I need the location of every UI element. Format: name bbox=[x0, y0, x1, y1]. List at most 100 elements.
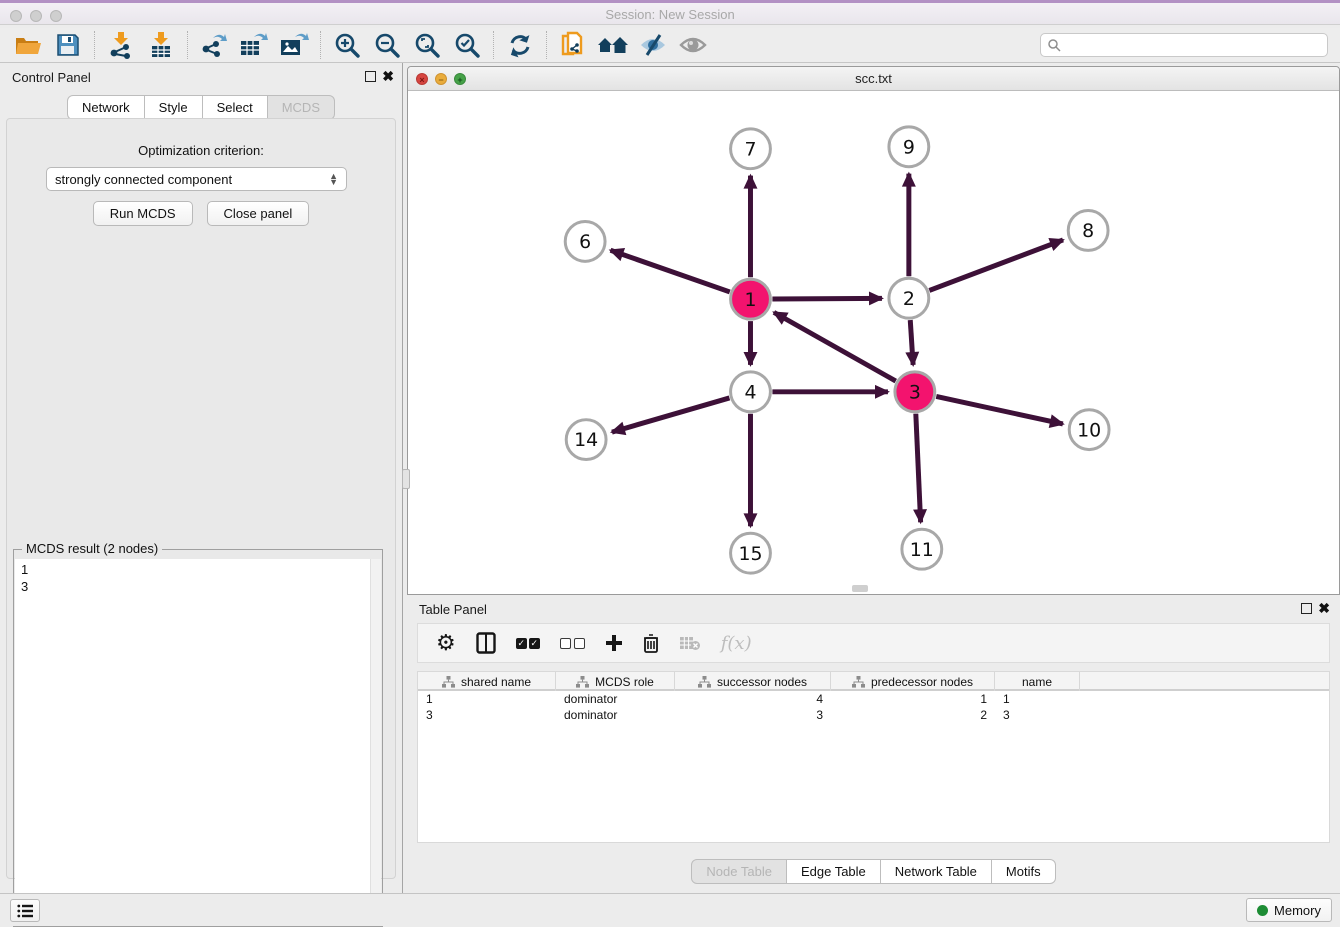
table-cell[interactable]: 3 bbox=[418, 707, 556, 723]
search-input[interactable] bbox=[1061, 38, 1327, 52]
table-cell[interactable]: 1 bbox=[995, 691, 1080, 707]
export-image-button[interactable] bbox=[274, 29, 314, 61]
save-session-button[interactable] bbox=[48, 29, 88, 61]
graph-node-6[interactable]: 6 bbox=[565, 221, 605, 261]
close-panel-button[interactable]: Close panel bbox=[207, 201, 310, 226]
function-builder-button[interactable]: f(x) bbox=[721, 630, 752, 656]
table-cell[interactable]: 2 bbox=[831, 707, 995, 723]
column-header-shared-name[interactable]: shared name bbox=[418, 672, 556, 691]
graph-node-8[interactable]: 8 bbox=[1068, 211, 1108, 251]
graph-node-3[interactable]: 3 bbox=[895, 372, 935, 412]
node-label: 3 bbox=[909, 381, 921, 403]
network-canvas[interactable]: 7 9 6 8 1 2 4 3 14 10 15 11 bbox=[408, 91, 1339, 594]
graph-edge-4-14[interactable] bbox=[612, 398, 729, 432]
graph-edge-2-3[interactable] bbox=[910, 320, 913, 365]
search-icon bbox=[1047, 38, 1061, 52]
result-scrollbar[interactable] bbox=[370, 559, 381, 925]
log-console-button[interactable] bbox=[10, 899, 40, 922]
float-panel-icon[interactable] bbox=[365, 71, 376, 82]
search-field[interactable] bbox=[1040, 33, 1328, 57]
graph-node-9[interactable]: 9 bbox=[889, 127, 929, 167]
network-graph: 7 9 6 8 1 2 4 3 14 10 15 11 bbox=[408, 91, 1339, 594]
column-header-successor-nodes[interactable]: successor nodes bbox=[675, 672, 831, 691]
import-network-button[interactable] bbox=[101, 29, 141, 61]
graph-node-1[interactable]: 1 bbox=[731, 279, 771, 319]
zoom-out-button[interactable] bbox=[367, 29, 407, 61]
tab-mcds[interactable]: MCDS bbox=[268, 95, 335, 120]
mcds-result-text[interactable]: 1 3 bbox=[15, 559, 381, 925]
open-file-button[interactable] bbox=[8, 29, 48, 61]
table-cell[interactable]: 1 bbox=[418, 691, 556, 707]
graph-edge-3-11[interactable] bbox=[916, 414, 921, 523]
tab-network[interactable]: Network bbox=[67, 95, 145, 120]
graph-node-11[interactable]: 11 bbox=[902, 529, 942, 569]
save-icon bbox=[56, 33, 80, 57]
hide-selected-button[interactable] bbox=[633, 29, 673, 61]
graph-node-10[interactable]: 10 bbox=[1069, 410, 1109, 450]
export-table-button[interactable] bbox=[234, 29, 274, 61]
graph-edge-1-6[interactable] bbox=[611, 250, 730, 292]
column-view-button[interactable] bbox=[476, 630, 496, 656]
tab-motifs[interactable]: Motifs bbox=[992, 859, 1056, 884]
show-selected-button[interactable] bbox=[673, 29, 713, 61]
add-row-button[interactable] bbox=[605, 630, 623, 656]
optimization-criterion-label: Optimization criterion: bbox=[7, 143, 395, 158]
graph-node-15[interactable]: 15 bbox=[731, 533, 771, 573]
graph-edge-3-10[interactable] bbox=[936, 396, 1063, 423]
delete-table-button[interactable] bbox=[679, 630, 701, 656]
toolbar-separator bbox=[94, 31, 95, 59]
table-cell[interactable]: 4 bbox=[675, 691, 831, 707]
eye-icon bbox=[678, 33, 708, 57]
select-all-button[interactable]: ✓ ✓ bbox=[516, 630, 540, 656]
memory-button[interactable]: Memory bbox=[1246, 898, 1332, 922]
graph-node-4[interactable]: 4 bbox=[731, 372, 771, 412]
show-all-networks-button[interactable] bbox=[593, 29, 633, 61]
node-label: 4 bbox=[744, 381, 756, 403]
table-cell[interactable]: 3 bbox=[675, 707, 831, 723]
close-table-panel-icon[interactable]: ✖ bbox=[1318, 601, 1330, 615]
criterion-dropdown[interactable]: strongly connected component ▲▼ bbox=[46, 167, 347, 191]
mcds-panel: Optimization criterion: strongly connect… bbox=[6, 118, 396, 879]
duplicate-network-button[interactable] bbox=[553, 29, 593, 61]
column-header-name[interactable]: name bbox=[995, 672, 1080, 691]
tab-edge-table[interactable]: Edge Table bbox=[787, 859, 881, 884]
close-panel-icon[interactable]: ✖ bbox=[382, 69, 394, 83]
graph-node-7[interactable]: 7 bbox=[731, 129, 771, 169]
plus-icon bbox=[605, 634, 623, 652]
panel-splitter-grip[interactable] bbox=[402, 469, 410, 489]
zoom-in-button[interactable] bbox=[327, 29, 367, 61]
network-window-titlebar[interactable]: × − + scc.txt bbox=[408, 67, 1339, 91]
table-cell[interactable]: 1 bbox=[831, 691, 995, 707]
zoom-fit-button[interactable] bbox=[407, 29, 447, 61]
node-label: 14 bbox=[574, 429, 598, 451]
fx-icon: f(x) bbox=[721, 633, 752, 654]
tab-node-table[interactable]: Node Table bbox=[691, 859, 787, 884]
table-tabs: Node TableEdge TableNetwork TableMotifs bbox=[407, 859, 1340, 884]
run-mcds-button[interactable]: Run MCDS bbox=[93, 201, 193, 226]
graph-edge-1-2[interactable] bbox=[772, 298, 882, 299]
table-cell[interactable]: 3 bbox=[995, 707, 1080, 723]
tab-network-table[interactable]: Network Table bbox=[881, 859, 992, 884]
import-table-button[interactable] bbox=[141, 29, 181, 61]
horizontal-splitter-grip[interactable] bbox=[852, 585, 868, 592]
export-network-button[interactable] bbox=[194, 29, 234, 61]
float-table-panel-icon[interactable] bbox=[1301, 603, 1312, 614]
table-settings-button[interactable]: ⚙ bbox=[436, 630, 456, 656]
unchecked-box-icon bbox=[560, 638, 571, 649]
table-cell[interactable]: dominator bbox=[556, 691, 675, 707]
unselect-all-button[interactable] bbox=[560, 630, 585, 656]
zoom-selected-button[interactable] bbox=[447, 29, 487, 61]
graph-edge-2-8[interactable] bbox=[929, 240, 1063, 290]
refresh-button[interactable] bbox=[500, 29, 540, 61]
delete-row-button[interactable] bbox=[643, 630, 659, 656]
column-header-MCDS-role[interactable]: MCDS role bbox=[556, 672, 675, 691]
graph-node-14[interactable]: 14 bbox=[566, 420, 606, 460]
node-label: 8 bbox=[1082, 220, 1094, 242]
tab-select[interactable]: Select bbox=[203, 95, 268, 120]
refresh-icon bbox=[507, 32, 533, 58]
column-header-predecessor-nodes[interactable]: predecessor nodes bbox=[831, 672, 995, 691]
table-cell[interactable]: dominator bbox=[556, 707, 675, 723]
graph-node-2[interactable]: 2 bbox=[889, 278, 929, 318]
graph-edge-3-1[interactable] bbox=[774, 312, 896, 381]
tab-style[interactable]: Style bbox=[145, 95, 203, 120]
